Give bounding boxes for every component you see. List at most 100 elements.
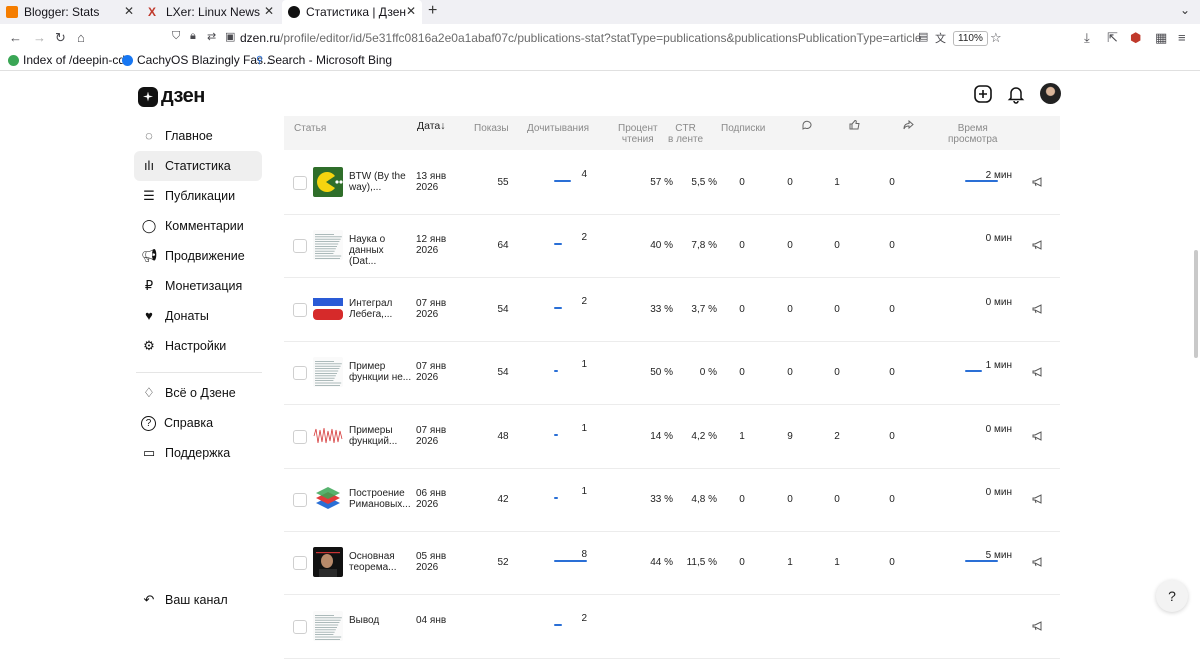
- bookmark-deepin[interactable]: Index of /deepin-cd/: [8, 53, 128, 67]
- repost-icon[interactable]: [903, 120, 914, 130]
- subs-value: 0: [739, 177, 745, 188]
- page-icon[interactable]: ▣: [225, 30, 235, 43]
- col-date[interactable]: Дата↓: [417, 121, 446, 132]
- bell-icon[interactable]: [1006, 84, 1026, 104]
- close-icon[interactable]: ✕: [124, 4, 134, 18]
- article-thumbnail[interactable]: [313, 547, 343, 578]
- tab-dzen[interactable]: Статистика | Дзен ✕: [282, 0, 422, 24]
- row-checkbox[interactable]: [293, 556, 307, 571]
- like-icon[interactable]: [849, 120, 860, 130]
- promote-icon[interactable]: [1032, 239, 1044, 251]
- row-checkbox[interactable]: [293, 176, 307, 190]
- article-title[interactable]: Основная теорема...: [349, 551, 413, 573]
- bookmark-star-icon[interactable]: ☆: [990, 30, 1002, 46]
- col-reads[interactable]: Дочитывания: [527, 123, 589, 134]
- your-channel-link[interactable]: ↶ Ваш канал: [134, 585, 262, 615]
- col-views[interactable]: Показы: [474, 123, 509, 134]
- sidebar-secondary-1[interactable]: ? Справка: [134, 408, 262, 438]
- zoom-level[interactable]: 110%: [953, 31, 988, 46]
- table-row[interactable]: Наука о данных (Dat... 12 янв 2026 64 2 40 % 7,…: [284, 214, 1060, 279]
- article-thumbnail[interactable]: [313, 293, 343, 324]
- sidebar-item-1[interactable]: ılı Статистика: [134, 151, 262, 181]
- reader-view-icon[interactable]: ▤: [918, 30, 928, 43]
- table-row[interactable]: BTW (By the way),... 13 янв 2026 55 4 57 % 5,5 …: [284, 151, 1060, 215]
- article-thumbnail[interactable]: [313, 167, 343, 197]
- article-thumbnail[interactable]: [313, 484, 343, 514]
- table-row[interactable]: Построение Римановых... 06 янв 2026 42 1 33 % 4…: [284, 468, 1060, 532]
- row-checkbox[interactable]: [293, 302, 307, 317]
- promote-icon[interactable]: [1032, 303, 1044, 315]
- sidebar-item-7[interactable]: ⚙ Настройки: [134, 331, 262, 361]
- promote-icon[interactable]: [1032, 556, 1044, 568]
- promote-icon[interactable]: [1032, 430, 1044, 442]
- tab-blogger[interactable]: Blogger: Stats ✕: [0, 0, 140, 24]
- bookmark-bing[interactable]: ⚲ Search - Microsoft Bing: [256, 53, 392, 67]
- shield-icon[interactable]: ⛉: [172, 30, 180, 43]
- table-row[interactable]: Примеры функций... 07 янв 2026 48 1 14 % 4,2 % 1…: [284, 405, 1060, 469]
- dzen-logo[interactable]: дзен: [138, 85, 205, 108]
- avatar[interactable]: [1040, 83, 1061, 104]
- col-watch-time[interactable]: Время просмотра: [948, 123, 997, 145]
- help-button[interactable]: ?: [1156, 580, 1188, 612]
- promote-icon[interactable]: [1032, 176, 1044, 188]
- article-thumbnail[interactable]: [313, 357, 343, 388]
- sidebar-item-4[interactable]: 📢︎ Продвижение: [134, 241, 262, 271]
- extensions-icon[interactable]: ⇱: [1107, 30, 1118, 46]
- lock-icon[interactable]: 🔒︎: [190, 30, 196, 43]
- back-icon[interactable]: ←: [9, 30, 22, 45]
- home-icon[interactable]: ⌂: [77, 30, 85, 45]
- col-read-percent[interactable]: Процент чтения: [618, 123, 658, 145]
- downloads-icon[interactable]: ⤓: [1084, 30, 1090, 46]
- promote-icon[interactable]: [1032, 493, 1044, 505]
- article-thumbnail[interactable]: [313, 420, 343, 451]
- translate-icon[interactable]: 文: [935, 30, 946, 46]
- table-row[interactable]: Пример функции не... 07 янв 2026 54 1 50 % 0 % 0…: [284, 341, 1060, 406]
- tab-list-chevron-icon[interactable]: ⌄: [1180, 3, 1190, 17]
- article-thumbnail[interactable]: [313, 230, 343, 261]
- row-checkbox[interactable]: [293, 429, 307, 444]
- close-icon[interactable]: ✕: [264, 4, 274, 18]
- create-icon[interactable]: [973, 84, 993, 104]
- article-title[interactable]: Примеры функций...: [349, 425, 413, 447]
- col-ctr[interactable]: CTR в ленте: [668, 123, 703, 145]
- tab-lxer[interactable]: X LXer: Linux News ✕: [142, 0, 280, 24]
- date-day: 12 янв: [416, 234, 447, 246]
- article-thumbnail[interactable]: [313, 610, 343, 641]
- promote-icon[interactable]: [1032, 620, 1044, 632]
- table-row[interactable]: Интеграл Лебега,... 07 янв 2026 54 2 33 % 3,7 %…: [284, 278, 1060, 342]
- table-row[interactable]: Вывод 04 янв 2: [284, 595, 1060, 659]
- sidebar-item-3[interactable]: ◯ Комментарии: [134, 211, 262, 241]
- row-checkbox[interactable]: [293, 493, 307, 507]
- comment-icon[interactable]: [802, 120, 812, 130]
- sidebar-item-5[interactable]: ₽ Монетизация: [134, 271, 262, 301]
- article-title[interactable]: Пример функции не...: [349, 361, 413, 383]
- close-icon[interactable]: ✕: [406, 4, 416, 18]
- scrollbar[interactable]: [1194, 250, 1198, 358]
- addon-icon[interactable]: ▦: [1155, 30, 1167, 46]
- table-row[interactable]: Основная теорема... 05 янв 2026 52 8 44 % 11,5 …: [284, 531, 1060, 596]
- sidebar-secondary-0[interactable]: ♢ Всё о Дзене: [134, 378, 262, 408]
- reload-icon[interactable]: ↻: [55, 30, 66, 46]
- article-title[interactable]: Интеграл Лебега,...: [349, 298, 413, 320]
- sidebar-item-2[interactable]: ☰ Публикации: [134, 181, 262, 211]
- menu-icon[interactable]: ≡: [1178, 30, 1186, 45]
- col-article[interactable]: Статья: [294, 123, 326, 134]
- row-checkbox[interactable]: [293, 619, 307, 634]
- url-field[interactable]: dzen.ru/profile/editor/id/5e31ffc0816a2e…: [240, 31, 922, 45]
- article-title[interactable]: Вывод: [349, 615, 413, 626]
- sidebar-item-0[interactable]: ◌ Главное: [134, 121, 262, 151]
- promote-icon[interactable]: [1032, 366, 1044, 378]
- article-title[interactable]: BTW (By the way),...: [349, 171, 413, 193]
- article-title[interactable]: Наука о данных (Dat...: [349, 234, 413, 267]
- ublock-icon[interactable]: ⬢: [1130, 30, 1141, 46]
- sidebar-secondary-2[interactable]: ▭ Поддержка: [134, 438, 262, 468]
- sidebar-item-6[interactable]: ♥ Донаты: [134, 301, 262, 331]
- row-checkbox[interactable]: [293, 239, 307, 254]
- row-checkbox[interactable]: [293, 366, 307, 381]
- permissions-icon[interactable]: ⇄: [207, 30, 216, 43]
- col-subscriptions[interactable]: Подписки: [721, 123, 765, 134]
- article-title[interactable]: Построение Римановых...: [349, 488, 413, 510]
- bookmark-cachyos[interactable]: CachyOS Blazingly Fas...: [122, 53, 273, 67]
- new-tab-button[interactable]: +: [428, 2, 437, 20]
- forward-icon[interactable]: →: [33, 30, 46, 45]
